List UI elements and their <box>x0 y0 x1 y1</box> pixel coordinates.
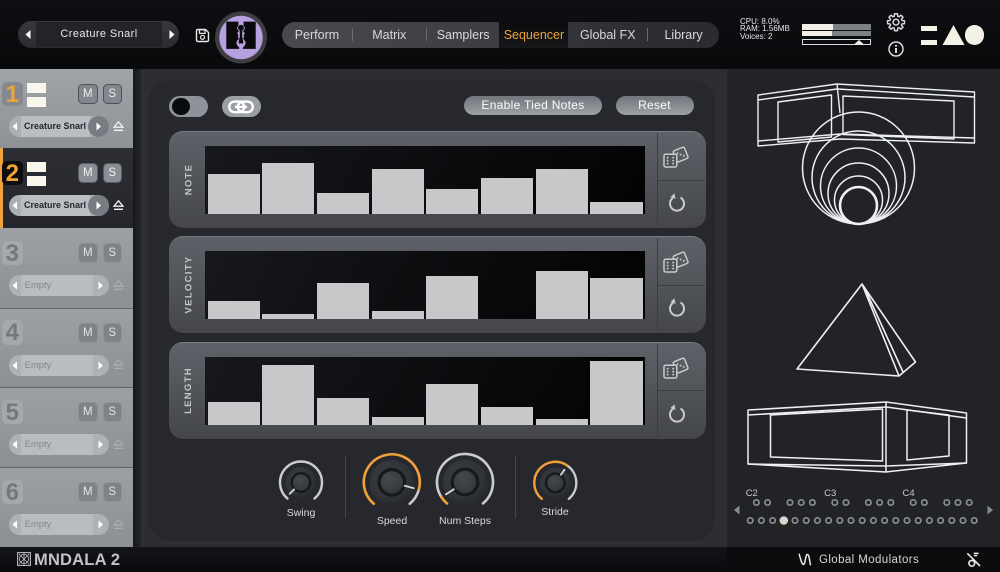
svg-text:C4: C4 <box>903 488 915 499</box>
svg-text:C3: C3 <box>824 488 836 499</box>
svg-text:C2: C2 <box>746 488 758 499</box>
